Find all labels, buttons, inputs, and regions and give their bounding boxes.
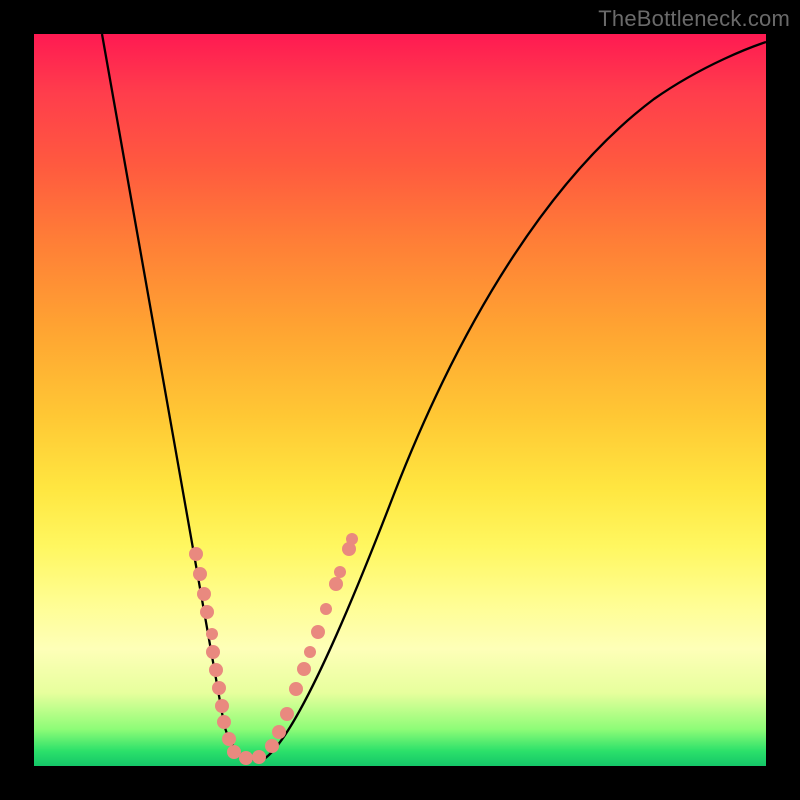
data-point — [346, 533, 358, 545]
data-point — [206, 628, 218, 640]
data-point — [334, 566, 346, 578]
chart-svg — [34, 34, 766, 766]
data-point — [239, 751, 253, 765]
data-point — [197, 587, 211, 601]
data-point — [215, 699, 229, 713]
data-point — [227, 745, 241, 759]
data-point — [289, 682, 303, 696]
data-point — [304, 646, 316, 658]
data-point — [329, 577, 343, 591]
data-point — [311, 625, 325, 639]
data-point — [200, 605, 214, 619]
data-point — [252, 750, 266, 764]
data-point — [222, 732, 236, 746]
data-point — [209, 663, 223, 677]
data-point — [297, 662, 311, 676]
chart-frame: TheBottleneck.com — [0, 0, 800, 800]
data-point — [280, 707, 294, 721]
data-point — [217, 715, 231, 729]
data-point — [193, 567, 207, 581]
data-point — [189, 547, 203, 561]
data-point — [212, 681, 226, 695]
data-point — [272, 725, 286, 739]
data-points — [189, 533, 358, 765]
data-point — [320, 603, 332, 615]
data-point — [206, 645, 220, 659]
bottleneck-curve — [102, 34, 766, 760]
watermark-text: TheBottleneck.com — [598, 6, 790, 32]
data-point — [265, 739, 279, 753]
plot-area — [34, 34, 766, 766]
